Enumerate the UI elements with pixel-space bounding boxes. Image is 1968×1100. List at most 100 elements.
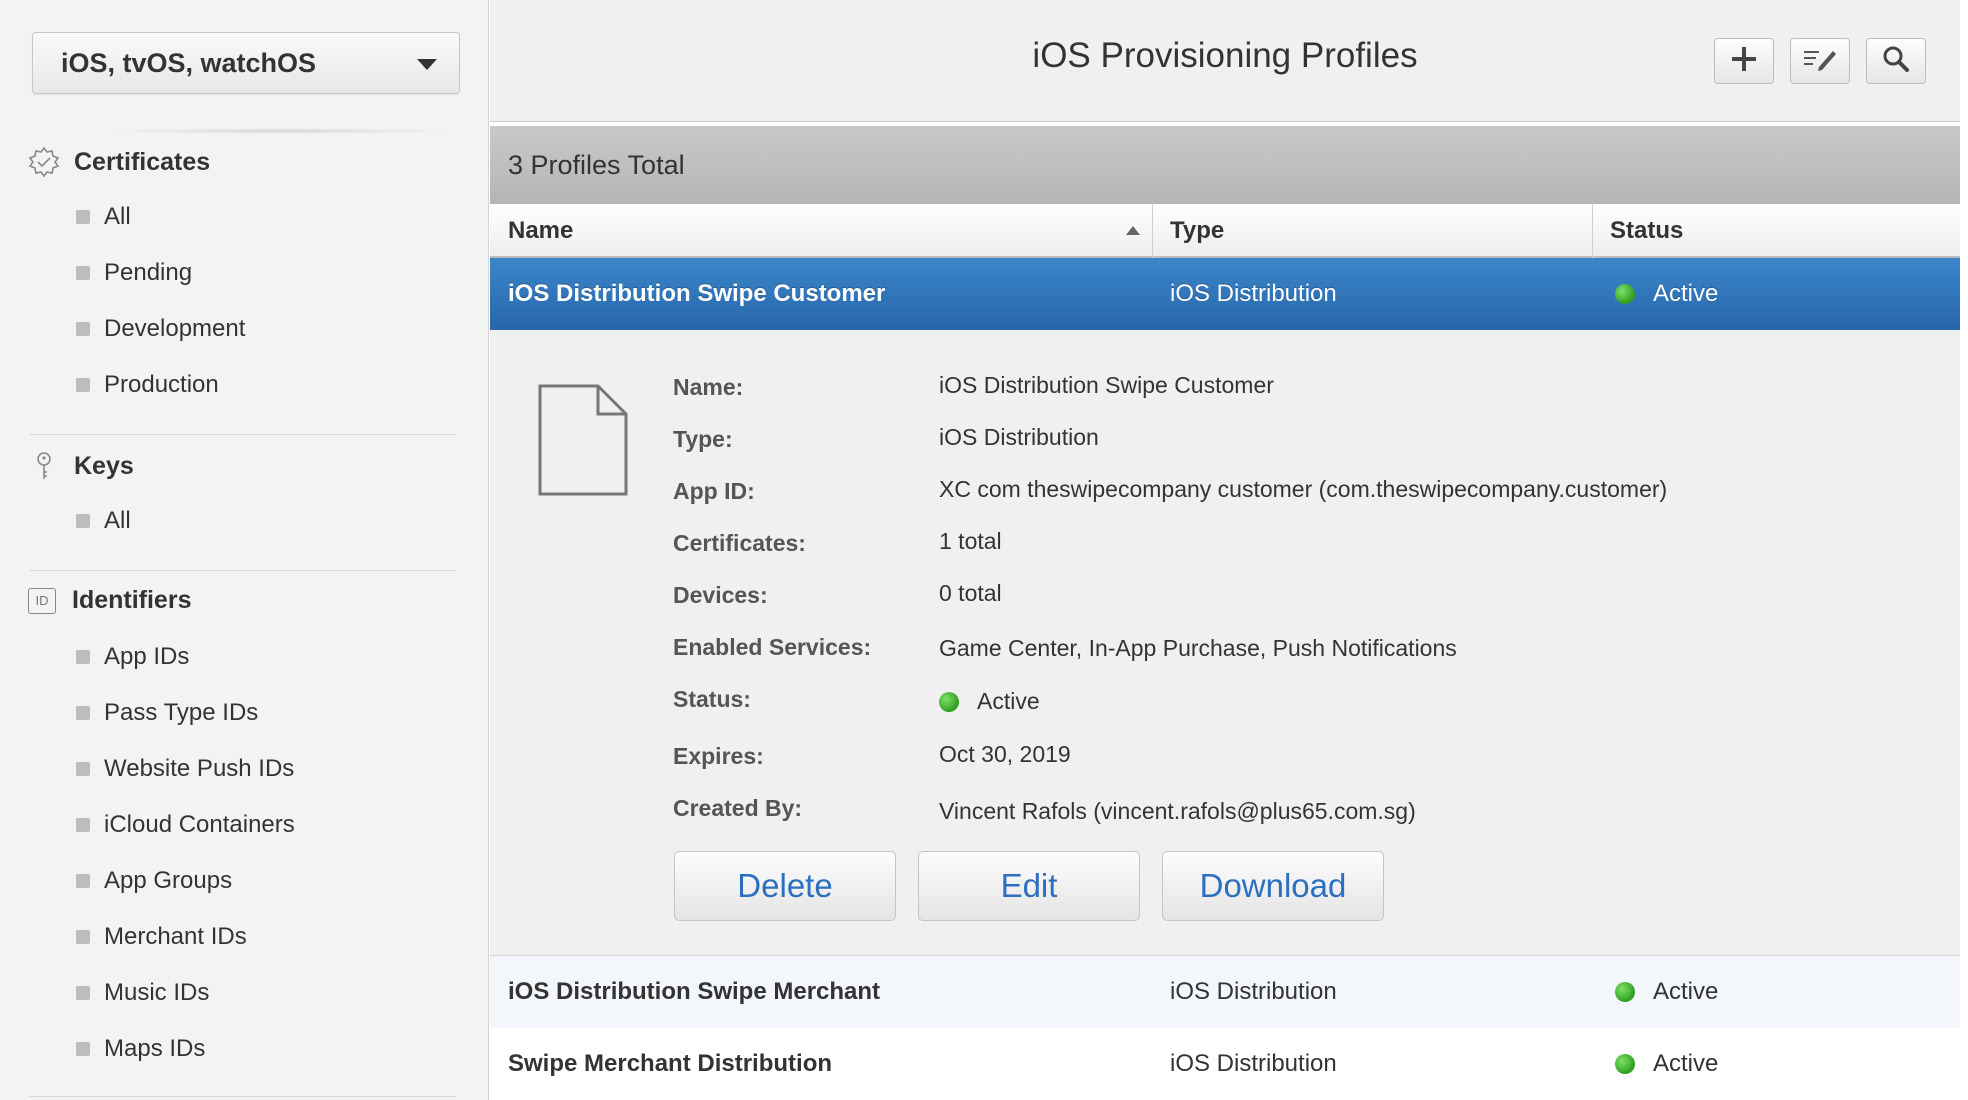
sidebar-item-music-ids[interactable]: Music IDs [76,979,209,1007]
detail-status-label: Active [977,688,1040,714]
sidebar-item-label: All [104,203,131,230]
sidebar-divider [30,434,456,435]
bullet-icon [76,266,90,280]
sidebar-item-icloud-containers[interactable]: iCloud Containers [76,811,295,839]
row-name: iOS Distribution Swipe Customer [508,280,886,307]
row-type: iOS Distribution [1170,280,1337,307]
column-header-name[interactable]: Name [490,204,1152,258]
sidebar-divider-shadow [100,128,460,134]
document-icon [538,384,628,501]
table-row[interactable]: Swipe Merchant Distribution iOS Distribu… [490,1028,1960,1100]
status-active-icon [939,691,959,712]
status-active-icon [1615,284,1635,304]
sidebar-item-label: Merchant IDs [104,923,247,950]
detail-label-expires: Expires: [673,743,764,769]
sidebar-item-certificates-all[interactable]: All [76,203,131,231]
bullet-icon [76,930,90,944]
platform-select-label: iOS, tvOS, watchOS [61,47,317,78]
sidebar-item-label: Pending [104,259,193,286]
status-active-icon [1615,1054,1635,1074]
profiles-total: 3 Profiles Total [490,126,1960,204]
key-icon [28,450,60,482]
search-button[interactable] [1866,38,1926,84]
sidebar: iOS, tvOS, watchOS Certificates All Pend… [0,0,489,1100]
detail-label-type: Type: [673,426,733,452]
download-button[interactable]: Download [1162,851,1384,921]
row-name: iOS Distribution Swipe Merchant [508,978,881,1005]
row-status: Active [1615,258,1718,330]
sort-ascending-icon [1126,226,1140,235]
section-keys[interactable]: Keys [28,450,134,482]
toolbar: iOS Provisioning Profiles [490,0,1960,122]
column-header-label: Type [1170,217,1225,244]
bullet-icon [76,762,90,776]
add-button[interactable] [1714,38,1774,84]
detail-value-name: iOS Distribution Swipe Customer [939,372,1274,398]
bullet-icon [76,818,90,832]
sidebar-item-label: Website Push IDs [104,755,295,782]
certificate-icon [28,146,60,178]
detail-label-app-id: App ID: [673,478,755,504]
section-certificates[interactable]: Certificates [28,146,210,178]
sidebar-item-label: App Groups [104,867,233,894]
sidebar-item-app-ids[interactable]: App IDs [76,643,189,671]
detail-label-devices: Devices: [673,582,768,608]
sidebar-item-certificates-production[interactable]: Production [76,371,219,399]
sidebar-item-label: iCloud Containers [104,811,295,838]
row-status-label: Active [1653,1050,1719,1077]
profile-detail-panel: Name: iOS Distribution Swipe Customer Ty… [490,330,1960,956]
sidebar-item-certificates-pending[interactable]: Pending [76,259,192,287]
table-row[interactable]: iOS Distribution Swipe Merchant iOS Dist… [490,956,1960,1028]
section-identifiers-title: Identifiers [72,586,192,614]
section-certificates-title: Certificates [74,147,211,176]
sidebar-item-certificates-development[interactable]: Development [76,315,245,343]
bullet-icon [76,1042,90,1056]
detail-label-certificates: Certificates: [673,530,806,556]
sidebar-divider [30,1096,456,1097]
column-header-type[interactable]: Type [1152,204,1592,258]
plus-icon [1731,46,1757,77]
detail-label-status: Status: [673,686,751,712]
sidebar-item-label: Production [104,371,219,398]
detail-value-created-by: Vincent Rafols (vincent.rafols@plus65.co… [939,798,1416,824]
sidebar-item-label: Music IDs [104,979,210,1006]
bullet-icon [76,514,90,528]
detail-value-status: Active [939,688,1040,715]
sidebar-item-merchant-ids[interactable]: Merchant IDs [76,923,247,951]
sidebar-item-website-push-ids[interactable]: Website Push IDs [76,755,294,783]
sidebar-item-label: All [104,507,131,534]
id-badge-icon: ID [28,587,56,614]
sidebar-divider [30,570,456,571]
detail-label-name: Name: [673,374,744,400]
detail-value-certificates: 1 total [939,528,1002,554]
row-type: iOS Distribution [1170,978,1337,1005]
row-name: Swipe Merchant Distribution [508,1050,833,1077]
table-header: Name Type Status [490,204,1960,258]
detail-label-created-by: Created By: [673,795,803,821]
sidebar-item-keys-all[interactable]: All [76,507,131,535]
sidebar-item-maps-ids[interactable]: Maps IDs [76,1035,205,1063]
table-row-selected[interactable]: iOS Distribution Swipe Customer iOS Dist… [490,258,1960,330]
detail-value-services: Game Center, In-App Purchase, Push Notif… [939,635,1457,661]
row-status: Active [1615,956,1718,1028]
bullet-icon [76,210,90,224]
column-header-status[interactable]: Status [1592,204,1960,258]
detail-value-type: iOS Distribution [939,424,1099,450]
delete-button[interactable]: Delete [674,851,896,921]
bullet-icon [76,706,90,720]
section-identifiers[interactable]: ID Identifiers [28,586,191,615]
sidebar-item-app-groups[interactable]: App Groups [76,867,232,895]
sidebar-item-pass-type-ids[interactable]: Pass Type IDs [76,699,258,727]
row-status-label: Active [1653,978,1719,1005]
sidebar-item-label: App IDs [104,643,190,670]
row-status-label: Active [1653,280,1719,307]
column-header-label: Status [1610,217,1684,244]
edit-list-button[interactable] [1790,38,1850,84]
main-content: iOS Provisioning Profiles 3 Profiles Tot… [490,0,1960,1100]
bullet-icon [76,874,90,888]
bullet-icon [76,986,90,1000]
platform-select[interactable]: iOS, tvOS, watchOS [32,32,460,94]
bullet-icon [76,322,90,336]
section-keys-title: Keys [74,451,134,480]
edit-button[interactable]: Edit [918,851,1140,921]
